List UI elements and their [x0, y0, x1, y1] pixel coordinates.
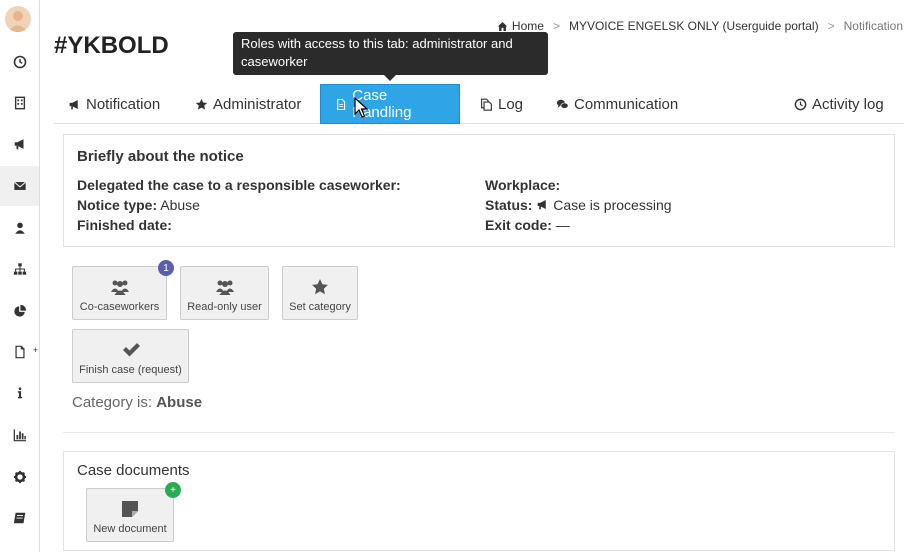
workplace-label: Workplace: [485, 177, 561, 193]
tab-case-handling[interactable]: Case Handling [320, 84, 460, 124]
sidebar-item-dashboard[interactable] [0, 42, 39, 82]
book-icon [13, 512, 25, 524]
status-field: Status: Case is processing [485, 197, 672, 213]
tab-administrator[interactable]: Administrator [181, 84, 315, 124]
sidebar-item-messages[interactable] [0, 166, 39, 206]
sidebar-item-statistics[interactable] [0, 291, 39, 331]
star-icon [195, 98, 208, 110]
avatar[interactable] [5, 6, 31, 32]
tab-communication[interactable]: Communication [542, 84, 692, 124]
bar-chart-icon [13, 429, 26, 442]
breadcrumb-home-label: Home [511, 19, 544, 33]
envelope-icon [13, 181, 26, 190]
exit-code-value: — [555, 217, 570, 233]
new-document-button[interactable]: New document + [86, 482, 181, 542]
dashboard-icon [13, 55, 26, 69]
info-icon [17, 387, 22, 399]
set-category-label: Set category [289, 301, 351, 313]
page-title: #YKBOLD [54, 32, 169, 59]
checkmark-icon [122, 343, 140, 357]
tab-log[interactable]: Log [466, 84, 537, 124]
finished-date-label: Finished date: [77, 217, 172, 233]
bullhorn-icon [69, 99, 78, 109]
notice-type-field: Notice type: Abuse [77, 197, 200, 213]
case-documents-panel: Case documents New document + [63, 451, 895, 551]
users-icon [215, 280, 234, 295]
sidebar: + [0, 0, 40, 552]
co-caseworkers-count-badge: 1 [158, 260, 174, 276]
status-value: Case is processing [553, 197, 672, 213]
section-divider [63, 432, 895, 433]
copy-icon [481, 98, 492, 111]
exit-code-field: Exit code: — [485, 217, 570, 233]
gear-icon [13, 470, 26, 484]
tab-bar: Notification Administrator Case Handling… [54, 84, 904, 124]
sidebar-item-organization[interactable] [0, 249, 39, 289]
tab-notification[interactable]: Notification [54, 84, 174, 124]
tab-label: Notification [86, 95, 161, 113]
sidebar-item-building[interactable] [0, 83, 39, 123]
finish-case-button[interactable]: Finish case (request) [72, 329, 189, 383]
sidebar-item-info[interactable] [0, 373, 39, 413]
breadcrumb-separator: > [827, 19, 835, 33]
sidebar-item-notifications[interactable] [0, 124, 39, 164]
clock-icon [794, 98, 807, 110]
sidebar-item-user[interactable] [0, 208, 39, 248]
pie-chart-icon [13, 304, 26, 317]
category-value: Abuse [156, 394, 203, 411]
bullhorn-icon [14, 139, 23, 150]
breadcrumb-portal[interactable]: MYVOICE ENGELSK ONLY (Userguide portal) [569, 19, 819, 33]
finished-date-field: Finished date: [77, 217, 172, 233]
comments-icon [556, 99, 569, 109]
workplace-field: Workplace: [485, 177, 560, 193]
breadcrumb-separator: > [552, 19, 560, 33]
sidebar-item-reports[interactable] [0, 415, 39, 455]
tab-label: Log [498, 95, 524, 113]
bullhorn-icon [537, 200, 547, 210]
plus-icon: + [33, 345, 39, 355]
delegated-label: Delegated the case to a responsible case… [77, 177, 401, 193]
sitemap-icon [13, 263, 26, 275]
notice-type-label: Notice type: [77, 197, 158, 213]
breadcrumb-home[interactable]: Home [497, 19, 544, 33]
breadcrumb-current: Notification [843, 19, 903, 33]
read-only-user-button[interactable]: Read-only user [180, 266, 269, 320]
tab-activity-log[interactable]: Activity log [780, 84, 898, 124]
file-icon [14, 345, 25, 359]
new-document-label: New document [93, 523, 167, 535]
sticky-note-icon [122, 501, 138, 517]
read-only-user-label: Read-only user [187, 301, 262, 313]
summary-heading: Briefly about the notice [77, 148, 244, 165]
exit-code-label: Exit code: [485, 217, 552, 233]
finish-case-label: Finish case (request) [79, 364, 182, 376]
file-icon [337, 98, 346, 110]
breadcrumb: Home > MYVOICE ENGELSK ONLY (Userguide p… [497, 19, 903, 33]
user-icon [14, 222, 25, 234]
home-icon [497, 21, 508, 31]
new-document-plus-badge: + [165, 482, 181, 498]
case-documents-heading: Case documents [77, 462, 190, 479]
category-line: Category is: Abuse [72, 394, 202, 411]
tab-label: Activity log [812, 95, 884, 113]
status-label: Status: [485, 197, 533, 213]
sidebar-item-guide[interactable] [0, 498, 39, 538]
co-caseworkers-button[interactable]: Co-caseworkers 1 [72, 260, 174, 320]
delegated-field: Delegated the case to a responsible case… [77, 177, 401, 193]
mouse-cursor-icon [354, 97, 368, 118]
tooltip-arrow [384, 75, 396, 81]
tab-label: Communication [574, 95, 679, 113]
summary-panel: Briefly about the notice Delegated the c… [63, 134, 895, 247]
star-icon [312, 279, 328, 295]
tab-tooltip: Roles with access to this tab: administr… [233, 32, 548, 75]
users-icon [110, 280, 129, 295]
co-caseworkers-label: Co-caseworkers [79, 301, 160, 313]
sidebar-item-settings[interactable] [0, 457, 39, 497]
tab-label: Administrator [213, 95, 302, 113]
notice-type-value: Abuse [160, 197, 200, 213]
category-prefix: Category is: [72, 394, 153, 411]
building-icon [14, 96, 25, 110]
set-category-button[interactable]: Set category [282, 266, 358, 320]
